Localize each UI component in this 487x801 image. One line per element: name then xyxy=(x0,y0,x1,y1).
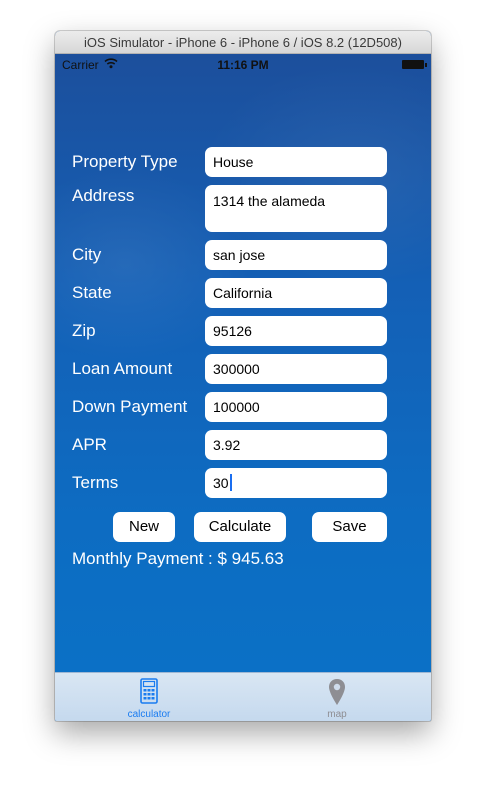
state-label: State xyxy=(72,283,112,302)
apr-label: APR xyxy=(72,435,107,454)
calculate-button[interactable]: Calculate xyxy=(194,512,286,542)
terms-label: Terms xyxy=(72,473,119,492)
window-title: iOS Simulator - iPhone 6 - iPhone 6 / iO… xyxy=(55,31,431,54)
tab-calculator-label: calculator xyxy=(127,709,171,720)
address-field[interactable]: 1314 the alameda xyxy=(205,185,387,232)
down-payment-field[interactable]: 100000 xyxy=(205,392,387,422)
save-button[interactable]: Save xyxy=(312,512,387,542)
text-cursor xyxy=(229,474,232,491)
city-field[interactable]: san jose xyxy=(205,240,387,270)
battery-icon xyxy=(402,60,427,69)
property-type-field[interactable]: House xyxy=(205,147,387,177)
down-payment-label: Down Payment xyxy=(72,397,188,416)
tab-map[interactable]: map xyxy=(243,673,431,721)
calculator-icon xyxy=(140,678,158,704)
zip-label: Zip xyxy=(72,321,96,340)
city-label: City xyxy=(72,245,102,264)
zip-field[interactable]: 95126 xyxy=(205,316,387,346)
property-type-label: Property Type xyxy=(72,152,178,171)
tab-calculator[interactable]: calculator xyxy=(55,673,243,721)
tab-map-label: map xyxy=(327,709,347,720)
state-field[interactable]: California xyxy=(205,278,387,308)
address-label: Address xyxy=(72,186,135,205)
terms-value: 30 xyxy=(213,475,229,491)
loan-amount-label: Loan Amount xyxy=(72,359,173,378)
app-screen: Carrier 11:16 PM Property Type House Add… xyxy=(55,54,431,721)
status-bar: Carrier 11:16 PM xyxy=(55,54,431,74)
monthly-payment-result: Monthly Payment : $ 945.63 xyxy=(72,549,284,568)
map-pin-icon xyxy=(329,679,345,705)
status-time: 11:16 PM xyxy=(217,58,269,72)
tab-bar: calculator map xyxy=(55,672,431,721)
loan-amount-field[interactable]: 300000 xyxy=(205,354,387,384)
new-button[interactable]: New xyxy=(113,512,175,542)
terms-field[interactable]: 30 xyxy=(205,468,387,498)
apr-field[interactable]: 3.92 xyxy=(205,430,387,460)
simulator-window: iOS Simulator - iPhone 6 - iPhone 6 / iO… xyxy=(55,31,431,721)
